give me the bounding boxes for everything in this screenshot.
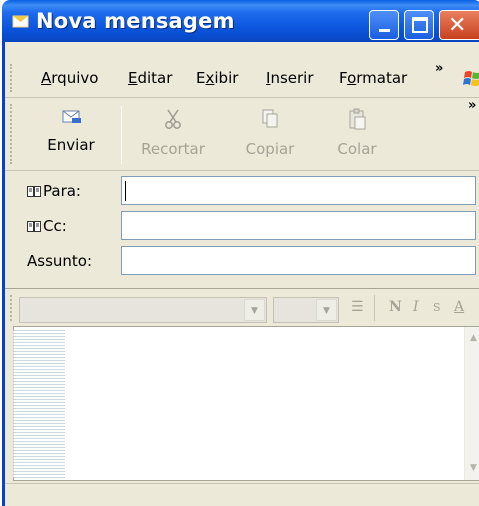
close-button[interactable]: ✕ bbox=[439, 10, 479, 40]
scissors-icon bbox=[165, 109, 181, 129]
menu-overflow-chevron[interactable]: » bbox=[435, 61, 443, 76]
text-caret bbox=[125, 181, 126, 201]
maximize-button[interactable] bbox=[404, 10, 434, 40]
chevron-down-icon[interactable]: ▼ bbox=[244, 299, 265, 321]
title-bar[interactable]: Nova mensagem ✕ bbox=[2, 0, 479, 42]
menu-inserir[interactable]: Inserir bbox=[266, 69, 314, 87]
message-body[interactable]: ▲ ▼ bbox=[13, 326, 479, 481]
toolbar-overflow-chevron[interactable]: » bbox=[468, 98, 476, 113]
envelope-icon bbox=[12, 15, 29, 28]
bold-button[interactable]: N bbox=[389, 299, 402, 315]
menu-formatar[interactable]: Formatar bbox=[339, 69, 407, 87]
send-button[interactable]: Enviar bbox=[35, 108, 107, 154]
minimize-button[interactable] bbox=[369, 10, 399, 40]
menu-arquivo[interactable]: Arquivo bbox=[41, 69, 98, 87]
paste-icon bbox=[349, 108, 366, 130]
to-field[interactable] bbox=[121, 176, 476, 205]
windows-flag-icon bbox=[463, 71, 479, 86]
menu-bar: Arquivo Editar Exibir Inserir Formatar » bbox=[5, 58, 479, 98]
envelope-send-icon bbox=[62, 110, 81, 123]
font-color-button[interactable]: A bbox=[454, 299, 464, 315]
paragraph-style-icon[interactable]: ☰ bbox=[351, 299, 364, 315]
format-separator bbox=[374, 295, 375, 321]
cc-label[interactable]: Cc: bbox=[27, 217, 67, 235]
copy-icon bbox=[262, 109, 278, 128]
address-book-icon bbox=[27, 221, 41, 232]
compose-window: Nova mensagem ✕ Arquivo Editar Exibir In… bbox=[2, 0, 479, 506]
subject-field[interactable] bbox=[121, 246, 476, 275]
italic-button[interactable]: I bbox=[413, 299, 419, 315]
maximize-icon bbox=[412, 17, 428, 33]
menu-grip[interactable] bbox=[10, 64, 13, 92]
window-title: Nova mensagem bbox=[36, 9, 235, 33]
menu-exibir[interactable]: Exibir bbox=[196, 69, 238, 87]
close-icon: ✕ bbox=[448, 13, 467, 38]
strike-button[interactable]: S bbox=[433, 301, 441, 314]
format-grip[interactable] bbox=[10, 295, 13, 321]
scroll-down-icon[interactable]: ▼ bbox=[468, 463, 479, 474]
font-name-select[interactable]: ▼ bbox=[19, 297, 267, 323]
body-margin-pattern bbox=[13, 330, 65, 478]
chevron-down-icon[interactable]: ▼ bbox=[316, 299, 337, 321]
scroll-up-icon[interactable]: ▲ bbox=[468, 333, 479, 344]
to-label[interactable]: Para: bbox=[27, 182, 81, 200]
cut-button[interactable]: Recortar bbox=[129, 108, 217, 158]
subject-label: Assunto: bbox=[27, 252, 93, 270]
font-size-select[interactable]: ▼ bbox=[273, 297, 339, 323]
status-bar bbox=[5, 483, 479, 506]
address-book-icon bbox=[27, 186, 41, 197]
copy-button[interactable]: Copiar bbox=[231, 108, 309, 158]
formatting-bar: ▼ ▼ ☰ N I S A bbox=[5, 288, 479, 326]
menu-editar[interactable]: Editar bbox=[128, 69, 172, 87]
minimize-icon bbox=[379, 29, 390, 32]
cc-field[interactable] bbox=[121, 211, 476, 240]
vertical-scrollbar[interactable]: ▲ ▼ bbox=[464, 327, 479, 480]
paste-button[interactable]: Colar bbox=[327, 108, 387, 158]
toolbar: Enviar Recortar Copiar Colar » bbox=[5, 98, 479, 171]
toolbar-grip[interactable] bbox=[10, 104, 13, 164]
toolbar-separator bbox=[121, 106, 122, 164]
